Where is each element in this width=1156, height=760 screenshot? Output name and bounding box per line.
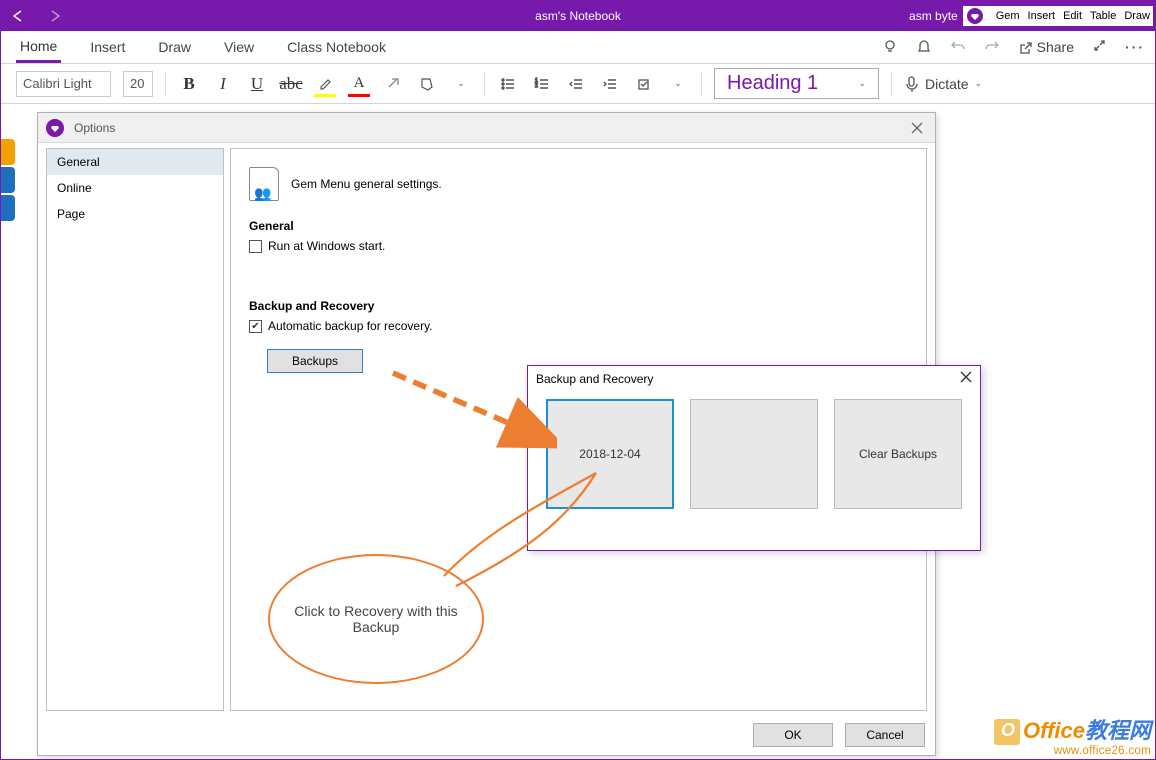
title-bar: asm's Notebook asm byte Gem Insert Edit …: [1, 1, 1155, 31]
share-label: Share: [1037, 39, 1074, 55]
fontcolor-button[interactable]: A: [348, 73, 370, 95]
user-label: asm byte: [909, 9, 958, 23]
dictate-button[interactable]: Dictate ⌄: [904, 75, 982, 93]
style-selector[interactable]: Heading 1 ⌄: [714, 68, 879, 99]
tab-insert[interactable]: Insert: [86, 33, 129, 61]
gem-menu-table[interactable]: Table: [1090, 10, 1116, 22]
underline-button[interactable]: U: [246, 73, 268, 95]
dropdown-icon[interactable]: ⌄: [450, 73, 472, 95]
backups-button[interactable]: Backups: [267, 349, 363, 373]
tab-home[interactable]: Home: [16, 32, 61, 63]
format-painter-button[interactable]: [416, 73, 438, 95]
watermark-url: www.office26.com: [994, 745, 1151, 757]
gem-menu-edit[interactable]: Edit: [1063, 10, 1082, 22]
undo-icon[interactable]: [950, 38, 966, 57]
run-at-start-checkbox[interactable]: Run at Windows start.: [249, 239, 908, 253]
run-at-start-label: Run at Windows start.: [268, 239, 385, 253]
ok-button[interactable]: OK: [753, 723, 833, 747]
svg-text:2: 2: [535, 83, 538, 89]
numbering-button[interactable]: 12: [531, 73, 553, 95]
bullets-button[interactable]: [497, 73, 519, 95]
chevron-down-icon: ⌄: [858, 78, 866, 89]
gem-menu-gem[interactable]: Gem: [996, 10, 1020, 22]
dialog-titlebar: Options: [38, 113, 935, 143]
close-button[interactable]: [899, 113, 935, 143]
dialog-title: Options: [74, 121, 115, 135]
style-label: Heading 1: [727, 72, 818, 95]
backup-tile-1[interactable]: 2018-12-04: [546, 399, 674, 509]
sidebar-item-online[interactable]: Online: [47, 175, 223, 201]
watermark-icon: [994, 719, 1020, 745]
gem-menu-bar: Gem Insert Edit Table Draw: [963, 6, 1153, 26]
checkbox-checked-icon: ✔: [249, 320, 262, 333]
bold-button[interactable]: B: [178, 73, 200, 95]
back-button[interactable]: [1, 1, 37, 31]
redo-icon[interactable]: [984, 38, 1000, 57]
watermark-cn: 教程网: [1085, 718, 1151, 743]
ribbon-toolbar: B I U abc A ⌄ 12 ⌄ Heading 1 ⌄ Dictate ⌄: [1, 64, 1155, 104]
fullscreen-icon[interactable]: [1092, 38, 1107, 56]
share-button[interactable]: Share: [1018, 39, 1074, 55]
italic-button[interactable]: I: [212, 73, 234, 95]
clear-format-button[interactable]: [382, 73, 404, 95]
auto-backup-checkbox[interactable]: ✔ Automatic backup for recovery.: [249, 319, 908, 333]
outdent-button[interactable]: [565, 73, 587, 95]
ribbon-tab-row: Home Insert Draw View Class Notebook Sha…: [1, 31, 1155, 64]
tab-classnotebook[interactable]: Class Notebook: [283, 33, 390, 61]
clear-backups-tile[interactable]: Clear Backups: [834, 399, 962, 509]
section-general-heading: General: [249, 219, 908, 233]
more-icon[interactable]: ···: [1125, 39, 1145, 55]
cancel-button[interactable]: Cancel: [845, 723, 925, 747]
tab-view[interactable]: View: [220, 33, 258, 61]
checkbox-icon: [249, 240, 262, 253]
backup-dialog-title: Backup and Recovery: [536, 372, 653, 386]
intro-text: Gem Menu general settings.: [291, 177, 442, 191]
section-tab-2[interactable]: [1, 167, 15, 193]
highlight-button[interactable]: [314, 73, 336, 95]
window-title: asm's Notebook: [535, 9, 621, 23]
dictate-label: Dictate: [925, 76, 969, 92]
sidebar-item-page[interactable]: Page: [47, 201, 223, 227]
font-name-input[interactable]: [16, 71, 111, 97]
lightbulb-icon[interactable]: [882, 38, 898, 57]
close-button[interactable]: [960, 371, 972, 386]
section-backup-heading: Backup and Recovery: [249, 299, 908, 313]
backup-tile-2[interactable]: [690, 399, 818, 509]
forward-button[interactable]: [37, 1, 73, 31]
bell-icon[interactable]: [916, 38, 932, 57]
indent-button[interactable]: [599, 73, 621, 95]
options-sidebar: General Online Page: [46, 148, 224, 711]
strikethrough-button[interactable]: abc: [280, 73, 302, 95]
font-size-input[interactable]: [123, 71, 153, 97]
microphone-icon: [904, 75, 919, 93]
tab-draw[interactable]: Draw: [154, 33, 195, 61]
annotation-bubble: Click to Recovery with this Backup: [268, 554, 484, 684]
section-tab-3[interactable]: [1, 195, 15, 221]
auto-backup-label: Automatic backup for recovery.: [268, 319, 433, 333]
watermark: Office教程网 www.office26.com: [994, 713, 1151, 757]
chevron-down-icon: ⌄: [975, 78, 983, 89]
watermark-brand: Office: [1023, 718, 1085, 743]
sidebar-item-general[interactable]: General: [47, 149, 223, 175]
checklist-button[interactable]: [633, 73, 655, 95]
gem-menu-insert[interactable]: Insert: [1028, 10, 1056, 22]
settings-file-icon: [249, 167, 279, 201]
annotation-text: Click to Recovery with this Backup: [270, 603, 482, 635]
gem-icon: [46, 119, 64, 137]
gem-menu-draw[interactable]: Draw: [1124, 10, 1150, 22]
dropdown-icon[interactable]: ⌄: [667, 73, 689, 95]
backup-recovery-dialog: Backup and Recovery 2018-12-04 Clear Bac…: [527, 365, 981, 551]
section-tab-1[interactable]: [1, 139, 15, 165]
gem-icon: [966, 7, 984, 25]
